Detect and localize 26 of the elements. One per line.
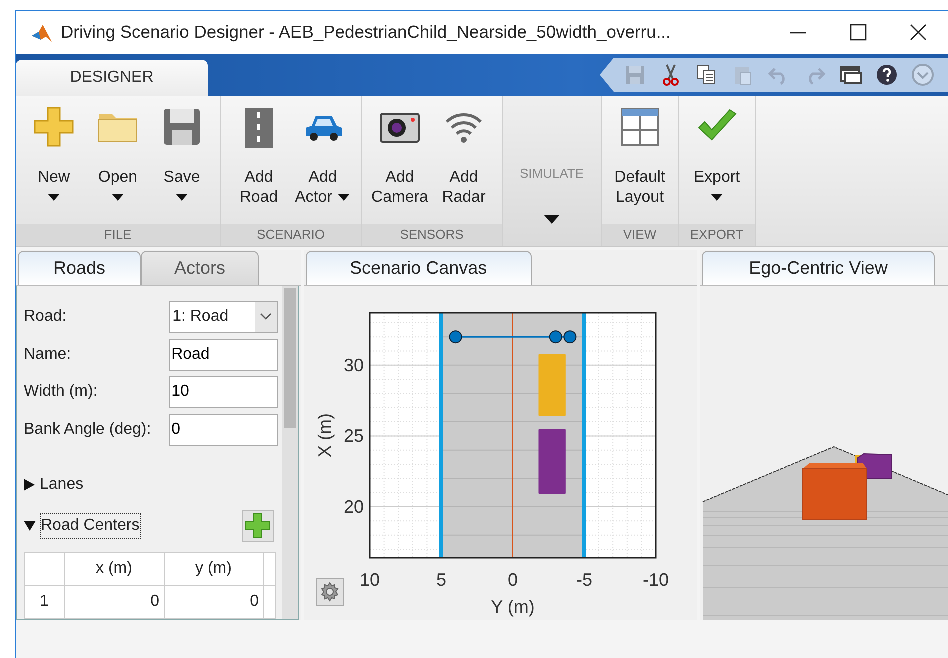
field-label: Road: <box>24 306 68 327</box>
tick-label: 5 <box>436 570 446 590</box>
group-label: SENSORS <box>362 224 502 246</box>
tick-label: 20 <box>344 497 364 518</box>
group-label: SCENARIO <box>221 224 361 246</box>
tick-label: 25 <box>344 426 364 446</box>
group-label: SIMULATE <box>520 165 584 183</box>
column-header: x (m) <box>64 552 164 586</box>
tick-label: 0 <box>508 570 518 590</box>
field-label: Name: <box>24 344 72 365</box>
tick-label: 10 <box>360 570 380 590</box>
axis-label: Y (m) <box>490 597 534 617</box>
window-title: Driving Scenario Designer - AEB_PedestrianChild_Nearside_50width_overru... <box>61 21 671 44</box>
group-label: EXPORT <box>679 224 755 246</box>
table-cell: 0 <box>64 586 164 618</box>
group-label: VIEW <box>602 224 678 246</box>
field-label: Width (m): <box>24 382 99 402</box>
group-label: FILE <box>16 224 220 246</box>
tick-label: -5 <box>576 570 592 590</box>
tick-label: 30 <box>344 355 364 376</box>
axis-label: X (m) <box>314 414 335 458</box>
row-number: 1 <box>24 586 64 618</box>
field-label: Bank Angle (deg): <box>24 420 152 440</box>
tick-label: -10 <box>642 570 669 590</box>
table-cell: 0 <box>164 586 264 618</box>
column-header: y (m) <box>164 552 264 586</box>
